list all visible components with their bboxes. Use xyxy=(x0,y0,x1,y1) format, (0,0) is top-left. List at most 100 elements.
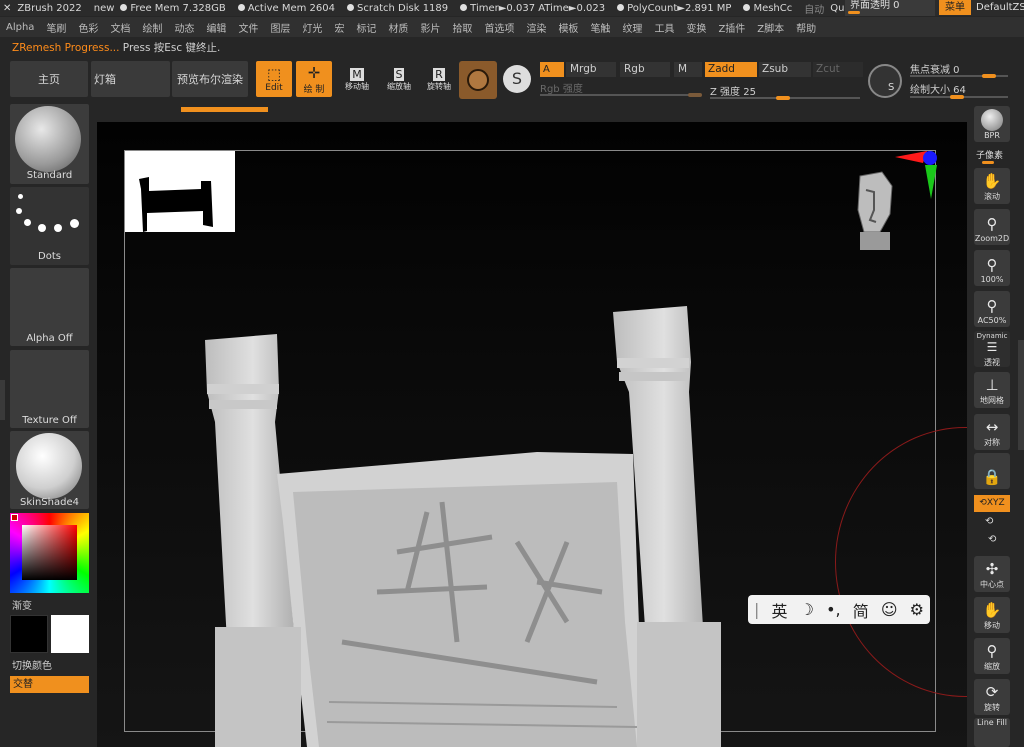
menu-item[interactable]: 首选项 xyxy=(478,20,520,35)
texture-button[interactable]: Texture Off xyxy=(10,350,89,428)
zoom2d-button[interactable]: ⚲ Zoom2D xyxy=(974,209,1010,245)
stroke-spotlight-button[interactable]: S xyxy=(868,64,902,98)
y-rotate-icon[interactable]: ⟲ xyxy=(985,516,993,527)
zadd-button[interactable]: Zadd xyxy=(705,62,757,77)
local-lock-button[interactable]: 🔒 xyxy=(974,453,1010,489)
z-rotate-icon[interactable]: ⟲ xyxy=(988,534,996,545)
free-mem: Free Mem 7.328GB xyxy=(120,3,231,14)
interface-opacity-slider[interactable]: 界面透明 0 xyxy=(845,0,935,16)
home-button[interactable]: 主页 xyxy=(10,61,88,97)
floor-grid-button[interactable]: ⊥ 地网格 xyxy=(974,372,1010,408)
right-tray-handle[interactable] xyxy=(1018,340,1024,450)
menu-item[interactable]: 帮助 xyxy=(790,20,822,35)
alternate-button[interactable]: 交替 xyxy=(10,676,89,693)
line-fill-button[interactable]: Line Fill xyxy=(974,718,1010,747)
zremesh-progress: ZRemesh Progress... xyxy=(12,42,120,54)
move-button[interactable]: M 移动轴 xyxy=(340,63,374,97)
move-view-button[interactable]: ✋ 移动 xyxy=(974,597,1010,633)
ime-toolbar[interactable]: | 英 ☽ •, 简 ☺ ⚙ xyxy=(748,595,930,624)
menu-item[interactable]: Z脚本 xyxy=(751,20,790,35)
spotlight-button[interactable]: S xyxy=(503,65,533,95)
menu-item[interactable]: 拾取 xyxy=(446,20,478,35)
draw-button[interactable]: ✛ 绘 制 xyxy=(296,61,332,97)
emoji-icon[interactable]: ☺ xyxy=(881,600,898,619)
rgb-intensity-slider[interactable]: Rgb 强度 xyxy=(540,80,702,97)
menu-item[interactable]: Alpha xyxy=(0,22,40,33)
color-indicator-icon xyxy=(11,514,18,521)
z-intensity-slider[interactable]: Z 强度 25 xyxy=(710,83,862,100)
document-canvas[interactable] xyxy=(97,122,967,747)
menu-item[interactable]: 工具 xyxy=(648,20,680,35)
mrgb-button[interactable]: Mrgb xyxy=(566,62,616,77)
menu-item[interactable]: 影片 xyxy=(414,20,446,35)
preview-render-button[interactable]: 预览布尔渲染 xyxy=(172,61,248,97)
brush-button[interactable]: Standard xyxy=(10,104,89,184)
menu-item[interactable]: 材质 xyxy=(382,20,414,35)
stroke-button[interactable]: Dots xyxy=(10,187,89,265)
spotlight-icon: S xyxy=(503,65,531,93)
menu-item[interactable]: 文档 xyxy=(104,20,136,35)
alpha-button[interactable]: Alpha Off xyxy=(10,268,89,346)
menu-item[interactable]: 灯光 xyxy=(296,20,328,35)
focal-shift-slider[interactable]: 焦点衰减 0 xyxy=(910,61,1010,78)
xyz-button[interactable]: ⟲XYZ xyxy=(974,495,1010,512)
menu-item[interactable]: 纹理 xyxy=(616,20,648,35)
menu-item[interactable]: 标记 xyxy=(350,20,382,35)
rotate-view-button[interactable]: ⟳ 旋转 xyxy=(974,679,1010,715)
menu-item[interactable]: 文件 xyxy=(232,20,264,35)
punctuation-icon[interactable]: •, xyxy=(826,600,841,619)
moon-icon[interactable]: ☽ xyxy=(800,600,814,619)
actual-size-button[interactable]: ⚲ 100% xyxy=(974,250,1010,286)
menu-item[interactable]: Z插件 xyxy=(712,20,751,35)
menu-item[interactable]: 编辑 xyxy=(200,20,232,35)
menu-item[interactable]: 模板 xyxy=(552,20,584,35)
switch-color-button[interactable]: 切换颜色 xyxy=(12,657,52,672)
zcut-button[interactable]: Zcut xyxy=(813,62,863,77)
draw-size-slider[interactable]: 绘制大小 64 xyxy=(910,81,1010,99)
a-button[interactable]: A xyxy=(540,62,564,77)
rgb-button[interactable]: Rgb xyxy=(620,62,670,77)
menu-item[interactable]: 笔触 xyxy=(584,20,616,35)
ime-language-toggle[interactable]: 英 xyxy=(772,598,788,622)
menu-item[interactable]: 动态 xyxy=(168,20,200,35)
color-picker[interactable] xyxy=(10,513,89,593)
menu-item[interactable]: 宏 xyxy=(328,20,350,35)
half-size-button[interactable]: ⚲ AC50% xyxy=(974,291,1010,327)
edit-icon: ⬚ xyxy=(266,65,282,83)
zoom-view-button[interactable]: ⚲ 缩放 xyxy=(974,638,1010,674)
secondary-color-swatch[interactable] xyxy=(51,615,89,653)
lock-icon: 🔒 xyxy=(982,468,1002,486)
menu-item[interactable]: 笔刷 xyxy=(40,20,72,35)
menu-item[interactable]: 色彩 xyxy=(72,20,104,35)
edit-button[interactable]: ⬚ Edit xyxy=(256,61,292,97)
left-tray-handle[interactable] xyxy=(0,380,5,420)
subpixel-slider[interactable]: 子像素 xyxy=(976,148,1010,164)
scroll-button[interactable]: ✋ 滚动 xyxy=(974,168,1010,204)
gradient-label[interactable]: 渐变 xyxy=(12,597,32,612)
rotate-button[interactable]: R 旋转轴 xyxy=(422,63,456,97)
zoom-icon: ⚲ xyxy=(986,642,998,660)
rotate-hand-icon: ⟳ xyxy=(985,683,999,701)
perspective-button[interactable]: Dynamic ☰ 透视 xyxy=(974,331,1010,367)
material-button[interactable]: SkinShade4 xyxy=(10,431,89,509)
simplified-toggle[interactable]: 简 xyxy=(853,598,869,622)
magnifier-50-icon: ⚲ xyxy=(986,297,998,315)
menu-item[interactable]: 变换 xyxy=(680,20,712,35)
ime-handle-icon[interactable]: | xyxy=(754,600,759,619)
zsub-button[interactable]: Zsub xyxy=(759,62,811,77)
color-square[interactable] xyxy=(22,525,77,580)
symmetry-button[interactable]: ↔ 对称 xyxy=(974,414,1010,450)
main-color-swatch[interactable] xyxy=(10,615,48,653)
menu-button[interactable]: 菜单 xyxy=(939,0,971,15)
meshcc: MeshCc xyxy=(743,3,798,14)
center-point-button[interactable]: ✣ 中心点 xyxy=(974,556,1010,592)
menu-item[interactable]: 图层 xyxy=(264,20,296,35)
settings-icon[interactable]: ⚙ xyxy=(910,600,924,619)
menu-item[interactable]: 渲染 xyxy=(520,20,552,35)
material-preview-button[interactable] xyxy=(459,61,497,99)
bpr-button[interactable]: BPR xyxy=(974,106,1010,142)
scale-button[interactable]: S 缩放轴 xyxy=(382,63,416,97)
lightbox-button[interactable]: 灯箱 xyxy=(91,61,170,97)
m-button[interactable]: M xyxy=(674,62,702,77)
menu-item[interactable]: 绘制 xyxy=(136,20,168,35)
